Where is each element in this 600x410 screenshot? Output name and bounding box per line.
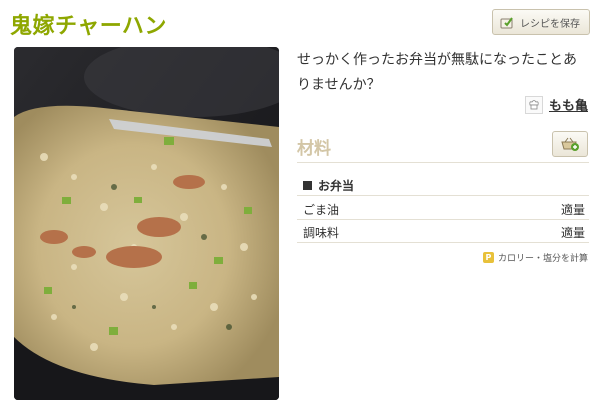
save-recipe-button[interactable]: レシピを保存 (492, 9, 590, 35)
save-recipe-label: レシピを保存 (520, 18, 580, 30)
ingredients-heading: 材料 (297, 139, 331, 159)
p-badge-icon: P (482, 252, 494, 263)
add-to-shopping-list-button[interactable] (552, 131, 588, 157)
save-recipe-icon (500, 17, 513, 29)
divider (297, 219, 589, 220)
recipe-title: 鬼嫁チャーハン (10, 14, 167, 39)
author-avatar (524, 95, 543, 114)
ingredient-amount: 適量 (560, 226, 585, 240)
ingredient-row: ごま油 適量 (303, 201, 585, 218)
recipe-photo (14, 47, 279, 400)
basket-add-icon (561, 137, 579, 151)
divider (297, 195, 589, 196)
ingredient-name: ごま油 (303, 203, 340, 217)
author-name: もも亀 (548, 99, 588, 114)
square-bullet-icon (303, 181, 312, 190)
author-link[interactable]: もも亀 (524, 95, 588, 114)
ingredient-group-heading: お弁当 (303, 177, 354, 194)
calorie-calc-link[interactable]: P カロリー・塩分を計算 (482, 251, 588, 264)
recipe-page: 鬼嫁チャーハン レシピを保存 せっかく作ったお弁当が無駄になったことありませんか… (0, 0, 600, 410)
calorie-calc-label: カロリー・塩分を計算 (497, 254, 588, 264)
ingredient-row: 調味料 適量 (303, 224, 585, 241)
ingredient-name: 調味料 (303, 226, 340, 240)
chef-hat-icon (529, 99, 539, 109)
divider (297, 162, 589, 163)
ingredient-group-label: お弁当 (318, 179, 355, 193)
ingredient-amount: 適量 (560, 203, 585, 217)
recipe-description: せっかく作ったお弁当が無駄になったことありませんか？ (297, 52, 577, 93)
divider (297, 242, 589, 243)
